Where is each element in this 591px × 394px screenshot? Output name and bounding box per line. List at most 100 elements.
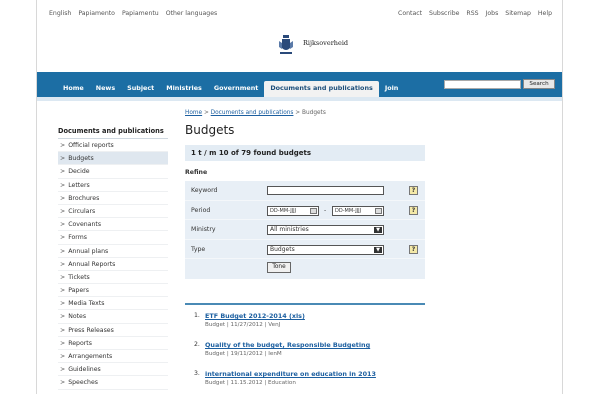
site-logo[interactable]: Rijksoverheid (279, 33, 359, 63)
sidebar-item-guidelines[interactable]: > Guidelines (58, 363, 168, 377)
sidebar-item-press-releases[interactable]: > Press Releases (58, 324, 168, 337)
sidebar-item-forms[interactable]: > Forms (58, 231, 168, 245)
sidebar-item-label: Covenants (68, 221, 102, 229)
main-navigation: Home News Subject Ministries Government … (37, 72, 562, 97)
nav-ministries[interactable]: Ministries (160, 84, 208, 97)
period-label: Period (191, 206, 211, 214)
sidebar-item-brochures[interactable]: > Brochures (58, 192, 168, 205)
chevron-right-icon: > (60, 273, 66, 281)
sidebar-item-label: Annual Reports (68, 260, 116, 268)
refine-heading: Refine (185, 169, 208, 176)
sitemap-link[interactable]: Sitemap (505, 10, 531, 17)
keyword-input[interactable] (267, 186, 384, 195)
top-links-bar: English Papiamento Papiamentu Other lang… (49, 10, 552, 20)
help-icon[interactable]: ? (409, 244, 418, 254)
sidebar-item-letters[interactable]: > Letters (58, 179, 168, 192)
period-from-field[interactable]: DD-MM-JJJJ (267, 205, 319, 216)
sidebar-item-covenants[interactable]: > Covenants (58, 218, 168, 232)
chevron-right-icon: > (60, 234, 66, 242)
sidebar-item-annual-plans[interactable]: > Annual plans (58, 245, 168, 258)
nav-government[interactable]: Government (208, 84, 264, 97)
coat-of-arms-icon (279, 35, 293, 54)
help-icon[interactable]: ? (409, 186, 418, 195)
chevron-right-icon: > (60, 260, 66, 268)
help-icon[interactable]: ? (409, 205, 418, 215)
ministry-selected-value: All ministries (270, 226, 309, 233)
refine-form: Keyword ? Period DD-MM-JJJJ - DD-MM-JJJJ… (185, 181, 425, 279)
contact-link[interactable]: Contact (398, 10, 422, 17)
chevron-right-icon: > (60, 194, 66, 202)
list-item: 3. international expenditure on educatio… (185, 363, 425, 392)
chevron-right-icon: > (60, 313, 66, 321)
result-title-link[interactable]: ETF Budget 2012-2014 (xls) (205, 312, 425, 320)
sidebar-item-label: Budgets (68, 155, 94, 163)
sidebar-item-media-texts[interactable]: > Media Texts (58, 297, 168, 311)
search-input[interactable] (444, 80, 521, 89)
sidebar-item-label: Media Texts (68, 300, 105, 308)
period-separator: - (324, 206, 327, 214)
keyword-label: Keyword (191, 187, 218, 194)
chevron-down-icon: ▼ (374, 227, 382, 233)
result-meta: Budget | 19/11/2012 | IenM (205, 351, 282, 357)
list-item: 1. ETF Budget 2012-2014 (xls) Budget | 1… (185, 305, 425, 334)
lang-link-papiamentu[interactable]: Papiamentu (122, 10, 159, 17)
breadcrumb-current: Budgets (301, 110, 326, 116)
sidebar-item-label: Brochures (68, 194, 100, 202)
result-meta: Budget | 11.15.2012 | Education (205, 380, 296, 386)
sidebar-item-label: Circulars (68, 207, 96, 215)
sidebar-item-arrangements[interactable]: > Arrangements (58, 350, 168, 364)
chevron-right-icon: > (60, 300, 66, 308)
breadcrumb-documents[interactable]: Documents and publications (211, 110, 294, 116)
chevron-right-icon: > (60, 379, 66, 387)
sidebar-item-annual-reports[interactable]: > Annual Reports (58, 258, 168, 271)
sidebar-item-speeches[interactable]: > Speeches (58, 376, 168, 390)
result-number: 3. (194, 370, 200, 377)
calendar-icon[interactable] (375, 207, 382, 214)
results-list: 1. ETF Budget 2012-2014 (xls) Budget | 1… (185, 303, 425, 392)
type-select[interactable]: Budgets ▼ (267, 244, 384, 255)
chevron-right-icon: > (60, 207, 66, 215)
nav-underline (37, 97, 562, 101)
calendar-icon[interactable] (310, 207, 317, 214)
logo-wordmark: Rijksoverheid (303, 39, 349, 47)
submit-button[interactable]: Tone (267, 262, 291, 273)
nav-subject[interactable]: Subject (121, 84, 160, 97)
help-link[interactable]: Help (538, 10, 552, 17)
chevron-right-icon: > (60, 366, 66, 374)
nav-documents-and-publications[interactable]: Documents and publications (264, 81, 379, 97)
sidebar-item-label: Speeches (68, 379, 99, 387)
sidebar-item-label: Forms (68, 234, 87, 242)
main-content: Home > Documents and publications > Budg… (185, 110, 425, 179)
chevron-right-icon: > (60, 155, 66, 163)
ministry-row: Ministry All ministries ▼ (185, 220, 425, 240)
rss-link[interactable]: RSS (466, 10, 478, 17)
ministry-select[interactable]: All ministries ▼ (267, 225, 384, 235)
chevron-right-icon: > (60, 326, 66, 334)
chevron-right-icon: > (60, 339, 66, 347)
sidebar-item-reports[interactable]: > Reports (58, 337, 168, 350)
result-title-link[interactable]: international expenditure on education i… (205, 370, 425, 378)
sidebar-item-notes[interactable]: > Notes (58, 310, 168, 324)
jobs-link[interactable]: Jobs (486, 10, 499, 17)
sidebar-item-circulars[interactable]: > Circulars (58, 205, 168, 219)
sidebar-item-label: Press Releases (68, 326, 114, 334)
nav-home[interactable]: Home (57, 84, 90, 97)
subscribe-link[interactable]: Subscribe (429, 10, 459, 17)
type-selected-value: Budgets (270, 245, 295, 253)
nav-join[interactable]: Join (379, 84, 405, 97)
breadcrumb-home[interactable]: Home (185, 110, 202, 116)
lang-link-english[interactable]: English (49, 10, 71, 17)
sidebar-item-label: Decide (68, 168, 90, 176)
sidebar-item-papers[interactable]: > Papers (58, 284, 168, 298)
sidebar-item-official-reports[interactable]: > Official reports (58, 139, 168, 153)
sidebar-item-budgets[interactable]: > Budgets (58, 152, 168, 166)
sidebar-item-decide[interactable]: > Decide (58, 165, 168, 179)
nav-news[interactable]: News (90, 84, 121, 97)
breadcrumb-separator: > (295, 110, 301, 116)
period-to-field[interactable]: DD-MM-JJJJ (332, 205, 384, 216)
lang-link-other[interactable]: Other languages (166, 10, 218, 17)
lang-link-papiamento[interactable]: Papiamento (78, 10, 115, 17)
result-title-link[interactable]: Quality of the budget, Responsible Budge… (205, 341, 425, 349)
search-button[interactable]: Search (523, 79, 555, 89)
sidebar-item-tickets[interactable]: > Tickets (58, 271, 168, 285)
